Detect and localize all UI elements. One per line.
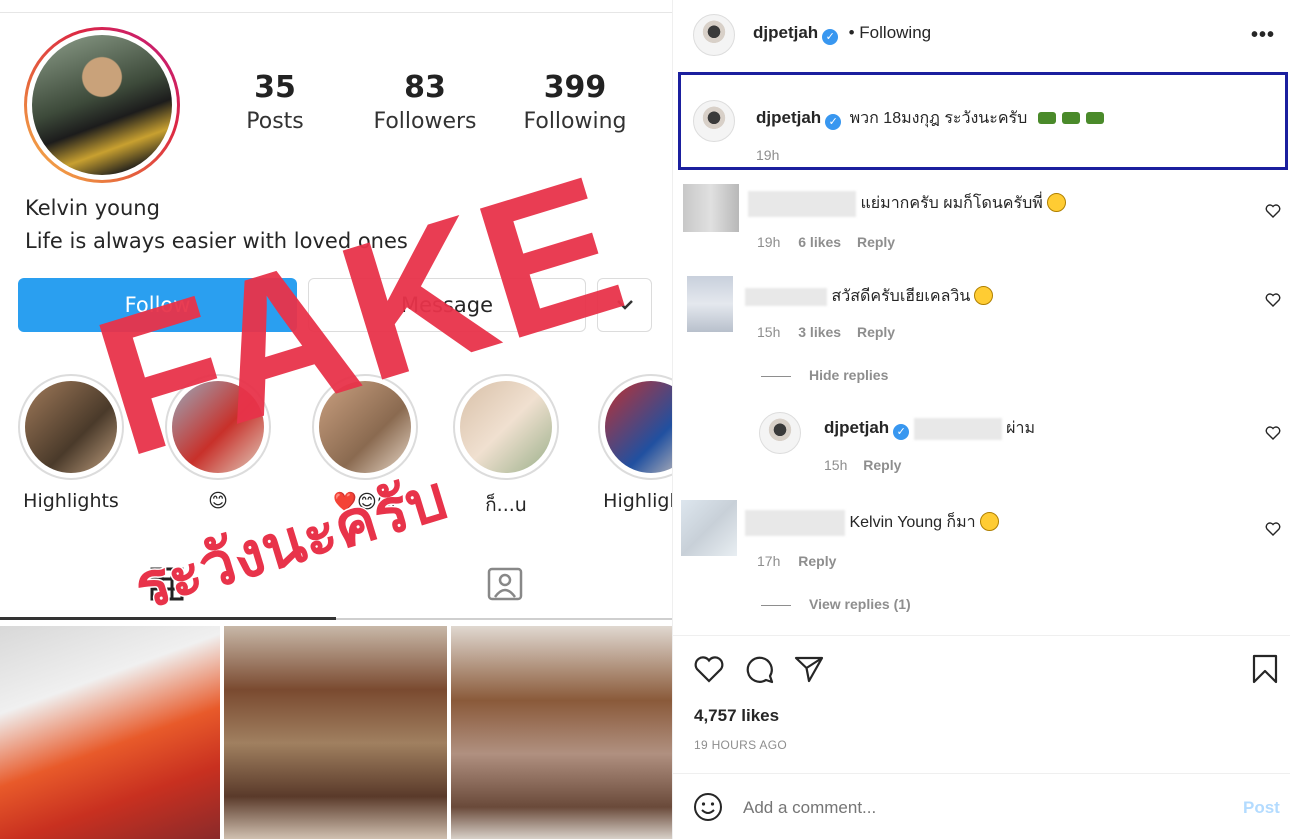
verified-badge-icon: ✓	[825, 114, 842, 130]
joy-emoji-icon	[979, 512, 999, 532]
caption-line: djpetjah ✓ พวก 18มงกุฎ ระวังนะครับ	[756, 106, 1104, 131]
heart-icon[interactable]	[1265, 521, 1281, 537]
highlight-label: Highlights	[603, 490, 672, 512]
redacted-mention	[913, 417, 1002, 440]
fake-profile-screenshot: 35 Posts 83 Followers 399 Following Kelv…	[0, 0, 672, 839]
water-gun-icon	[1061, 112, 1080, 124]
redacted-username	[748, 191, 856, 217]
highlight-label: 😊	[208, 490, 228, 512]
comment-time: 19h	[757, 234, 781, 250]
post-timestamp: 19 HOURS AGO	[694, 738, 787, 752]
following-count: 399	[543, 70, 607, 105]
followers-label: Followers	[373, 109, 477, 134]
share-icon[interactable]	[793, 653, 825, 685]
post-panel: djpetjah ✓ • Following ••• djpetjah ✓ พวก …	[672, 0, 1290, 839]
reply-author-avatar[interactable]	[759, 412, 801, 454]
post-header: djpetjah ✓ • Following •••	[673, 0, 1290, 68]
redacted-username	[745, 510, 845, 536]
joy-emoji-icon	[974, 286, 994, 305]
comment-input[interactable]	[743, 793, 1203, 823]
caption-text: พวก 18มงกุฎ ระวังนะครับ	[849, 110, 1028, 127]
follow-status[interactable]: • Following	[849, 23, 932, 42]
comment-likes[interactable]: 6 likes	[798, 234, 841, 250]
following-stat: 399 Following	[500, 70, 650, 134]
comment-likes[interactable]: 3 likes	[798, 324, 841, 340]
comment-meta: 19h 6 likes Reply	[757, 234, 895, 250]
comment-time: 17h	[757, 553, 781, 569]
reply-time: 15h	[824, 457, 848, 473]
posts-count: 35	[254, 70, 296, 105]
author-username[interactable]: djpetjah	[753, 23, 818, 42]
comment-text: แย่มากครับ ผมก็โดนครับพี่	[860, 195, 1043, 213]
reply-1: djpetjah ✓ ผ่าม	[824, 416, 1035, 441]
post-thumbnail	[451, 626, 672, 839]
comment-1: แย่มากครับ ผมก็โดนครับพี่	[748, 191, 1066, 217]
followers-stat: 83 Followers	[350, 70, 500, 134]
verified-badge-icon: ✓	[822, 29, 839, 45]
heart-icon[interactable]	[1265, 292, 1281, 308]
posts-label: Posts	[246, 109, 304, 134]
author-line: djpetjah ✓ • Following	[753, 23, 931, 45]
heart-icon[interactable]	[1265, 203, 1281, 219]
comment-text: Kelvin Young ก็มา	[849, 514, 976, 532]
more-options-icon[interactable]: •••	[1251, 24, 1275, 47]
post-thumbnail	[0, 626, 220, 839]
caption-highlight-box: djpetjah ✓ พวก 18มงกุฎ ระวังนะครับ 19h	[678, 72, 1288, 170]
comment-2: สวัสดีครับเฮียเคลวิน	[745, 284, 994, 309]
commenter-avatar[interactable]	[683, 184, 739, 232]
tagged-icon	[487, 567, 523, 601]
likes-count[interactable]: 4,757 likes	[694, 706, 779, 726]
author-avatar[interactable]	[693, 14, 735, 56]
author-avatar[interactable]	[693, 100, 735, 142]
like-heart-icon[interactable]	[693, 653, 725, 685]
emoji-picker-icon[interactable]	[693, 792, 723, 822]
reply-button[interactable]: Reply	[857, 324, 895, 340]
reply-username[interactable]: djpetjah	[824, 418, 889, 437]
hide-replies-toggle[interactable]: Hide replies	[761, 367, 888, 383]
verified-badge-icon: ✓	[893, 424, 910, 440]
view-replies-toggle[interactable]: View replies (1)	[761, 596, 911, 612]
commenter-avatar[interactable]	[681, 500, 737, 556]
comment-text: สวัสดีครับเฮียเคลวิน	[831, 288, 971, 305]
water-gun-icon	[1037, 112, 1056, 124]
reply-button[interactable]: Reply	[857, 234, 895, 250]
redacted-username	[745, 287, 827, 306]
posts-stat: 35 Posts	[200, 70, 350, 134]
top-divider	[0, 12, 672, 13]
caption-time: 19h	[756, 147, 780, 163]
profile-name: Kelvin young	[25, 196, 160, 220]
post-thumbnail	[224, 626, 447, 839]
highlight-label: Highlights	[23, 490, 119, 512]
commenter-avatar[interactable]	[687, 276, 733, 332]
followers-count: 83	[404, 70, 446, 105]
heart-icon[interactable]	[1265, 425, 1281, 441]
following-label: Following	[523, 109, 627, 134]
profile-avatar	[24, 27, 180, 183]
reply-button[interactable]: Reply	[863, 457, 901, 473]
save-bookmark-icon[interactable]	[1249, 653, 1281, 685]
reply-button[interactable]: Reply	[798, 553, 836, 569]
sweat-smile-emoji-icon	[1046, 193, 1066, 213]
highlight-label: ก็...u	[485, 494, 527, 516]
reply-meta: 15h Reply	[824, 457, 901, 473]
caption-username[interactable]: djpetjah	[756, 108, 821, 127]
water-gun-icon	[1085, 112, 1104, 124]
reply-text: ผ่าม	[1006, 420, 1035, 437]
comment-meta: 17h Reply	[757, 553, 836, 569]
post-comment-button[interactable]: Post	[1243, 798, 1280, 818]
comment-meta: 15h 3 likes Reply	[757, 324, 895, 340]
comment-time: 15h	[757, 324, 781, 340]
comment-icon[interactable]	[743, 653, 775, 685]
comment-3: Kelvin Young ก็มา	[745, 510, 999, 536]
highlight-5: Highlights	[598, 374, 672, 512]
